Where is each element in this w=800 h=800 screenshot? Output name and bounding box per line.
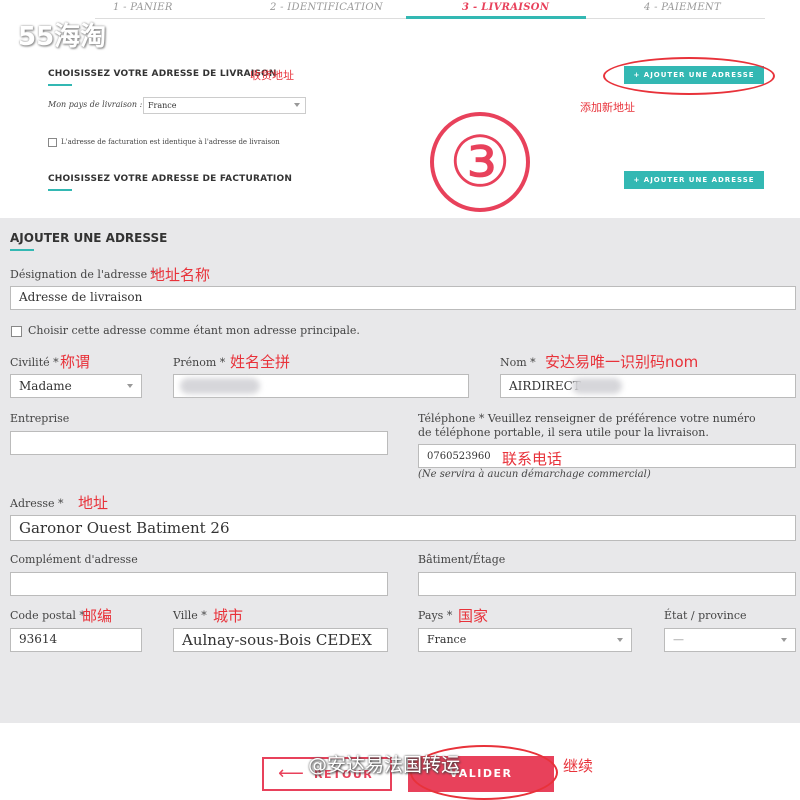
prenom-annotation: 姓名全拼 [230, 353, 291, 371]
code-postal-input[interactable]: 93614 [10, 628, 142, 652]
principal-address-checkbox[interactable] [11, 326, 22, 337]
step-paiement: 4 - PAIEMENT [644, 2, 721, 13]
add-address-annotation: 添加新地址 [580, 101, 635, 114]
code-postal-annotation: 邮编 [82, 607, 113, 625]
batiment-label: Bâtiment/Étage [418, 553, 506, 566]
form-title-underline [10, 249, 34, 251]
telephone-annotation: 联系电话 [502, 450, 563, 468]
pays-annotation: 国家 [458, 607, 489, 625]
delivery-country-value: France [148, 101, 177, 110]
ville-label: Ville * [173, 609, 207, 622]
civilite-value: Madame [19, 379, 72, 393]
prenom-label: Prénom * [173, 356, 226, 369]
adresse-label: Adresse * [10, 497, 64, 510]
redacted-prenom [180, 378, 260, 394]
highlight-ellipse [603, 57, 775, 95]
delivery-title-underline [48, 84, 72, 86]
etat-select[interactable]: — [664, 628, 796, 652]
etat-label: État / province [664, 609, 747, 622]
principal-address-label: Choisir cette adresse comme étant mon ad… [28, 324, 360, 337]
batiment-input[interactable] [418, 572, 796, 596]
designation-annotation: 地址名称 [150, 266, 211, 284]
billing-title: CHOISISSEZ VOTRE ADRESSE DE FACTURATION [48, 174, 293, 184]
step-identification[interactable]: 2 - IDENTIFICATION [270, 2, 383, 13]
complement-label: Complément d'adresse [10, 553, 138, 566]
civilite-select[interactable]: Madame [10, 374, 142, 398]
delivery-title-annotation: 收货地址 [250, 69, 294, 82]
telephone-note: (Ne servira à aucun démarchage commercia… [418, 469, 651, 480]
site-logo: 55海淘 [18, 22, 107, 52]
telephone-input[interactable]: 0760523960 [418, 444, 796, 468]
pays-select[interactable]: France [418, 628, 632, 652]
same-billing-checkbox[interactable] [48, 138, 57, 147]
step-panier[interactable]: 1 - PANIER [113, 2, 173, 13]
etat-value: — [673, 633, 684, 646]
redacted-nom [572, 378, 622, 394]
civilite-annotation: 称谓 [60, 353, 91, 371]
active-step-underline [406, 16, 586, 19]
ville-annotation: 城市 [213, 607, 244, 625]
code-postal-label: Code postal * [10, 609, 85, 622]
billing-title-underline [48, 189, 72, 191]
nom-input[interactable]: AIRDIRECT [500, 374, 796, 398]
nom-annotation: 安达易唯一识别码nom [545, 353, 699, 371]
pays-value: France [427, 633, 467, 646]
adresse-input[interactable]: Garonor Ouest Batiment 26 [10, 515, 796, 541]
chevron-down-icon [294, 103, 300, 107]
chevron-down-icon [617, 638, 623, 642]
same-billing-label: L'adresse de facturation est identique à… [61, 138, 280, 146]
delivery-country-select[interactable]: France [143, 97, 306, 114]
designation-input[interactable]: Adresse de livraison [10, 286, 796, 310]
civilite-label: Civilité * [10, 356, 59, 369]
entreprise-input[interactable] [10, 431, 388, 455]
delivery-title: CHOISISSEZ VOTRE ADRESSE DE LIVRAISON [48, 69, 277, 79]
telephone-label: Téléphone * Veuillez renseigner de préfé… [418, 412, 756, 439]
step-three-marker: ③ [430, 112, 530, 212]
pays-label: Pays * [418, 609, 453, 622]
ville-input[interactable]: Aulnay-sous-Bois CEDEX [173, 628, 388, 652]
add-billing-address-button[interactable]: + AJOUTER UNE ADRESSE [624, 171, 764, 189]
designation-label: Désignation de l'adresse * [10, 268, 157, 281]
step-livraison: 3 - LIVRAISON [462, 2, 550, 13]
form-title: AJOUTER UNE ADRESSE [10, 231, 168, 245]
chevron-down-icon [127, 384, 133, 388]
adresse-annotation: 地址 [78, 494, 109, 512]
arrow-left-icon: ⟵ [278, 763, 304, 784]
entreprise-label: Entreprise [10, 412, 70, 425]
chevron-down-icon [781, 638, 787, 642]
complement-input[interactable] [10, 572, 388, 596]
telephone-value: 0760523960 [427, 451, 491, 462]
watermark: @安达易法国转运 [308, 754, 461, 776]
country-label: Mon pays de livraison : [48, 100, 143, 109]
continue-annotation: 继续 [563, 757, 594, 775]
nom-value: AIRDIRECT [509, 379, 581, 393]
nom-label: Nom * [500, 356, 536, 369]
